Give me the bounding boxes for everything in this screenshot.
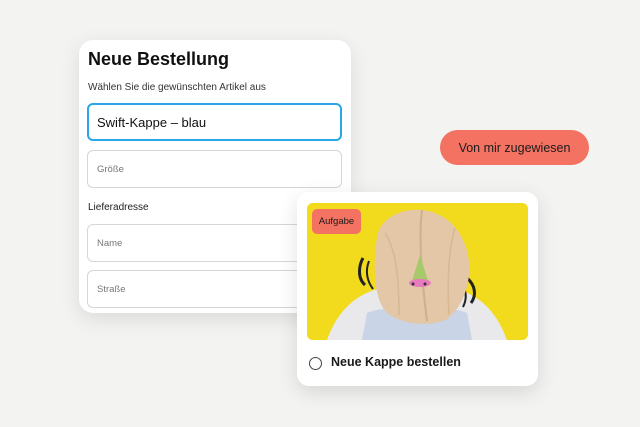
address-section-label: Lieferadresse [88,202,149,213]
assigned-to-me-button[interactable]: Von mir zugewiesen [440,130,589,165]
assigned-to-me-label: Von mir zugewiesen [458,140,571,155]
size-input[interactable]: Größe [87,150,342,188]
task-badge-label: Aufgabe [318,216,355,227]
name-input-placeholder: Name [97,237,123,249]
product-input[interactable]: Swift-Kappe – blau [87,103,342,141]
cap-photo: Aufgabe [307,203,528,340]
task-title: Neue Kappe bestellen [331,355,461,369]
task-complete-checkbox[interactable] [309,357,322,370]
product-input-value: Swift-Kappe – blau [97,114,207,130]
form-title: Neue Bestellung [88,49,230,69]
task-badge: Aufgabe [312,209,361,234]
task-card[interactable]: Aufgabe Neue Kappe bestellen [297,192,538,386]
size-input-placeholder: Größe [97,163,124,175]
street-input-placeholder: Straße [97,283,126,295]
form-subtitle: Wählen Sie die gewünschten Artikel aus [88,82,266,93]
